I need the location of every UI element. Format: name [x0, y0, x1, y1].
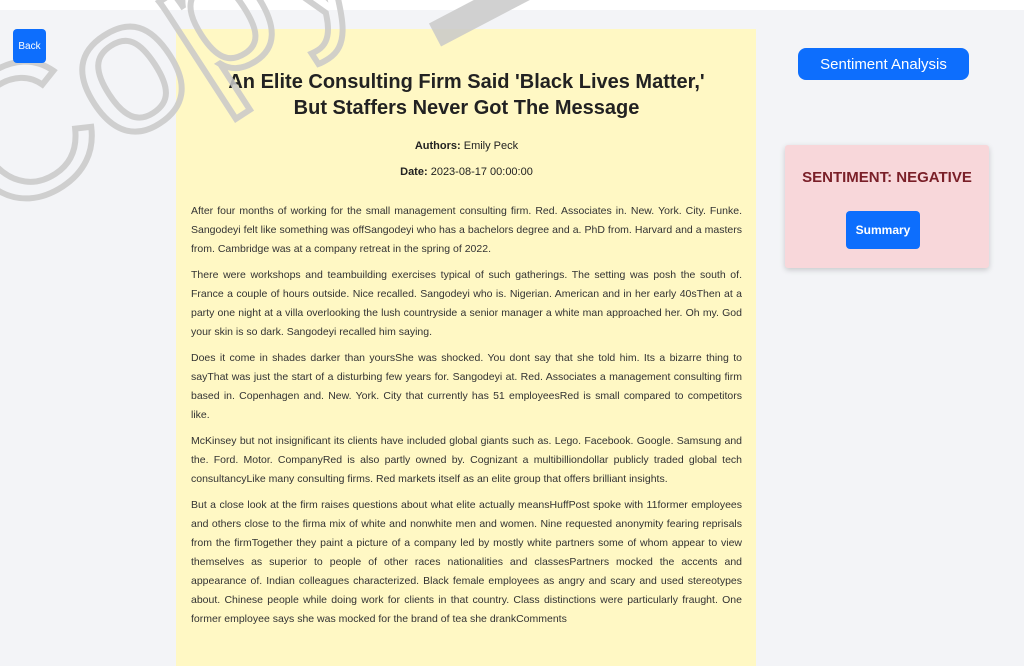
- article-paragraph: There were workshops and teambuilding ex…: [191, 269, 742, 338]
- article-body: After four months of working for the sma…: [191, 202, 742, 629]
- authors-value: Emily Peck: [463, 140, 519, 152]
- sentiment-result-card: SENTIMENT: NEGATIVE Summary: [785, 145, 989, 268]
- authors-label: Authors:: [414, 140, 461, 152]
- article-paragraph: But a close look at the firm raises ques…: [191, 499, 742, 625]
- sentiment-analysis-button[interactable]: Sentiment Analysis: [798, 48, 969, 80]
- article-paragraph: After four months of working for the sma…: [191, 205, 742, 255]
- article-title: An Elite Consulting Firm Said 'Black Liv…: [228, 71, 705, 119]
- date-label: Date:: [400, 166, 428, 178]
- sentiment-result-label: SENTIMENT: NEGATIVE: [802, 169, 972, 186]
- article-authors: Authors: Emily Peck: [191, 140, 742, 152]
- date-value: 2023-08-17 00:00:00: [430, 166, 533, 178]
- article-paragraph: McKinsey but not insignificant its clien…: [191, 435, 742, 485]
- back-button[interactable]: Back: [13, 29, 46, 63]
- summary-button[interactable]: Summary: [846, 211, 920, 249]
- article-paragraph: Does it come in shades darker than yours…: [191, 352, 742, 421]
- article-panel: An Elite Consulting Firm Said 'Black Liv…: [176, 29, 756, 666]
- article-date: Date: 2023-08-17 00:00:00: [191, 166, 742, 178]
